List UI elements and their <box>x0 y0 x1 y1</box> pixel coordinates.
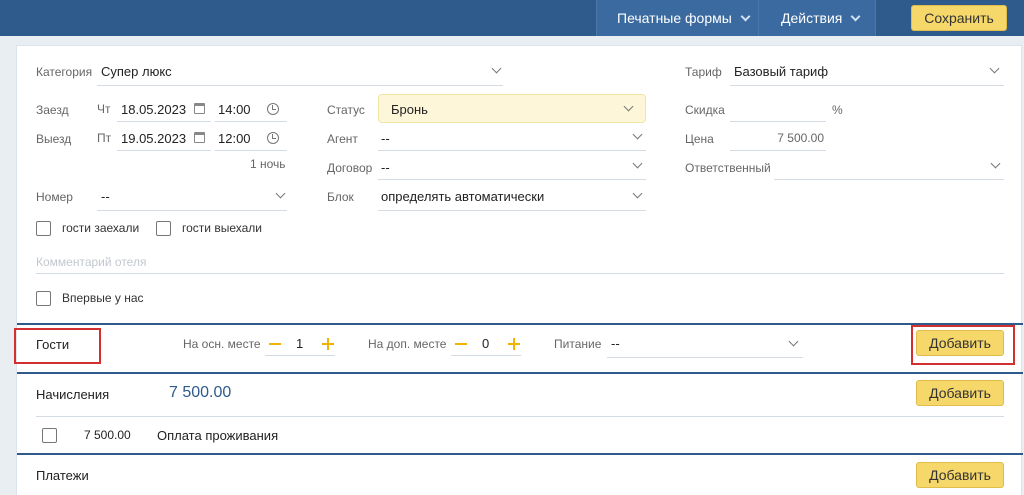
checkout-weekday: Пт <box>97 131 112 145</box>
print-forms-menu[interactable]: Печатные формы <box>596 0 758 36</box>
main-place-stepper[interactable]: 1 <box>265 330 335 356</box>
plus-icon[interactable] <box>322 338 334 350</box>
guests-checked-in-checkbox[interactable] <box>36 221 51 236</box>
guests-checked-in-label: гости заехали <box>62 221 140 235</box>
discount-label: Скидка <box>685 103 725 117</box>
room-value: -- <box>101 189 110 204</box>
responsible-select[interactable] <box>774 154 1004 180</box>
calendar-icon[interactable] <box>194 103 205 114</box>
clock-icon[interactable] <box>267 103 279 115</box>
charges-total: 7 500.00 <box>169 384 232 401</box>
hotel-comment-placeholder: Комментарий отеля <box>36 255 147 269</box>
price-label: Цена <box>685 132 714 146</box>
chevron-down-icon <box>788 336 799 347</box>
minus-icon[interactable] <box>455 343 467 345</box>
top-toolbar: Печатные формы Действия Сохранить <box>0 0 1024 36</box>
meal-select[interactable]: -- <box>607 330 803 358</box>
discount-input[interactable] <box>730 96 826 122</box>
checkin-weekday: Чт <box>97 102 111 116</box>
extra-place-stepper[interactable]: 0 <box>451 330 521 356</box>
category-value: Супер люкс <box>101 64 172 79</box>
block-select[interactable]: определять автоматически <box>378 183 646 211</box>
contract-value: -- <box>381 160 390 175</box>
chevron-down-icon <box>632 129 643 140</box>
chevron-down-icon <box>632 188 643 199</box>
responsible-label: Ответственный <box>685 161 771 175</box>
guests-section-title: Гости <box>36 337 70 352</box>
add-payment-button[interactable]: Добавить <box>916 462 1004 488</box>
charge-amount: 7 500.00 <box>84 428 131 442</box>
block-label: Блок <box>327 190 354 204</box>
extra-place-label: На доп. месте <box>368 337 447 351</box>
charges-section-title: Начисления <box>36 387 110 402</box>
checkout-time-value: 12:00 <box>218 131 251 146</box>
agent-value: -- <box>381 131 390 146</box>
actions-label: Действия <box>781 10 843 26</box>
booking-form-panel: Категория Супер люкс Тариф Базовый тариф… <box>14 45 1023 495</box>
chevron-down-icon <box>623 101 634 112</box>
print-forms-label: Печатные формы <box>617 10 732 26</box>
room-label: Номер <box>36 190 73 204</box>
checkin-time-field[interactable]: 14:00 <box>215 96 287 122</box>
meal-value: -- <box>611 336 620 351</box>
checkin-label: Заезд <box>36 103 69 117</box>
payments-section-title: Платежи <box>36 468 89 483</box>
guests-checked-out-checkbox[interactable] <box>156 221 171 236</box>
meal-label: Питание <box>554 337 602 351</box>
status-select[interactable]: Бронь <box>378 94 646 123</box>
status-label: Статус <box>327 103 365 117</box>
main-place-label: На осн. месте <box>183 337 261 351</box>
first-time-checkbox[interactable] <box>36 291 51 306</box>
chevron-down-icon <box>275 188 286 199</box>
plus-icon[interactable] <box>508 338 520 350</box>
checkout-date-field[interactable]: 19.05.2023 <box>117 125 211 151</box>
block-value: определять автоматически <box>381 189 545 204</box>
guests-checked-out-label: гости выехали <box>182 221 262 235</box>
chevron-down-icon <box>491 63 502 74</box>
save-button[interactable]: Сохранить <box>911 5 1007 31</box>
checkout-date-value: 19.05.2023 <box>121 131 187 146</box>
category-label: Категория <box>36 65 93 79</box>
tariff-label: Тариф <box>685 65 722 79</box>
price-input[interactable]: 7 500.00 <box>730 125 826 151</box>
chevron-down-icon <box>632 158 643 169</box>
checkout-time-field[interactable]: 12:00 <box>215 125 287 151</box>
main-place-value: 1 <box>296 336 304 351</box>
contract-label: Договор <box>327 161 373 175</box>
extra-place-value: 0 <box>482 336 490 351</box>
contract-select[interactable]: -- <box>378 154 646 180</box>
discount-percent-unit: % <box>832 103 843 117</box>
checkin-time-value: 14:00 <box>218 102 251 117</box>
add-guest-button[interactable]: Добавить <box>916 330 1004 356</box>
minus-icon[interactable] <box>269 343 281 345</box>
status-value: Бронь <box>391 102 428 117</box>
first-time-label: Впервые у нас <box>62 291 144 305</box>
chevron-down-icon <box>989 63 1000 74</box>
chevron-down-icon <box>740 11 751 21</box>
charge-row-checkbox[interactable] <box>42 428 57 443</box>
section-divider <box>17 323 1023 325</box>
clock-icon[interactable] <box>267 132 279 144</box>
room-select[interactable]: -- <box>97 183 287 211</box>
tariff-select[interactable]: Базовый тариф <box>730 58 1004 86</box>
section-divider <box>17 372 1023 374</box>
chevron-down-icon <box>850 11 861 21</box>
table-row: 7 500.00 Оплата проживания <box>17 417 1023 453</box>
charge-description: Оплата проживания <box>157 428 279 443</box>
nights-count: 1 ночь <box>250 157 286 171</box>
actions-menu[interactable]: Действия <box>758 0 876 36</box>
hotel-comment-input[interactable]: Комментарий отеля <box>36 248 1004 274</box>
add-charge-button[interactable]: Добавить <box>916 380 1004 406</box>
checkin-date-field[interactable]: 18.05.2023 <box>117 96 211 122</box>
category-select[interactable]: Супер люкс <box>97 58 503 86</box>
price-value: 7 500.00 <box>777 131 824 145</box>
calendar-icon[interactable] <box>194 132 205 143</box>
tariff-value: Базовый тариф <box>734 64 829 79</box>
checkout-label: Выезд <box>36 132 72 146</box>
agent-select[interactable]: -- <box>378 125 646 151</box>
chevron-down-icon <box>990 158 1001 169</box>
checkin-date-value: 18.05.2023 <box>121 102 187 117</box>
section-divider <box>17 453 1023 455</box>
agent-label: Агент <box>327 132 358 146</box>
